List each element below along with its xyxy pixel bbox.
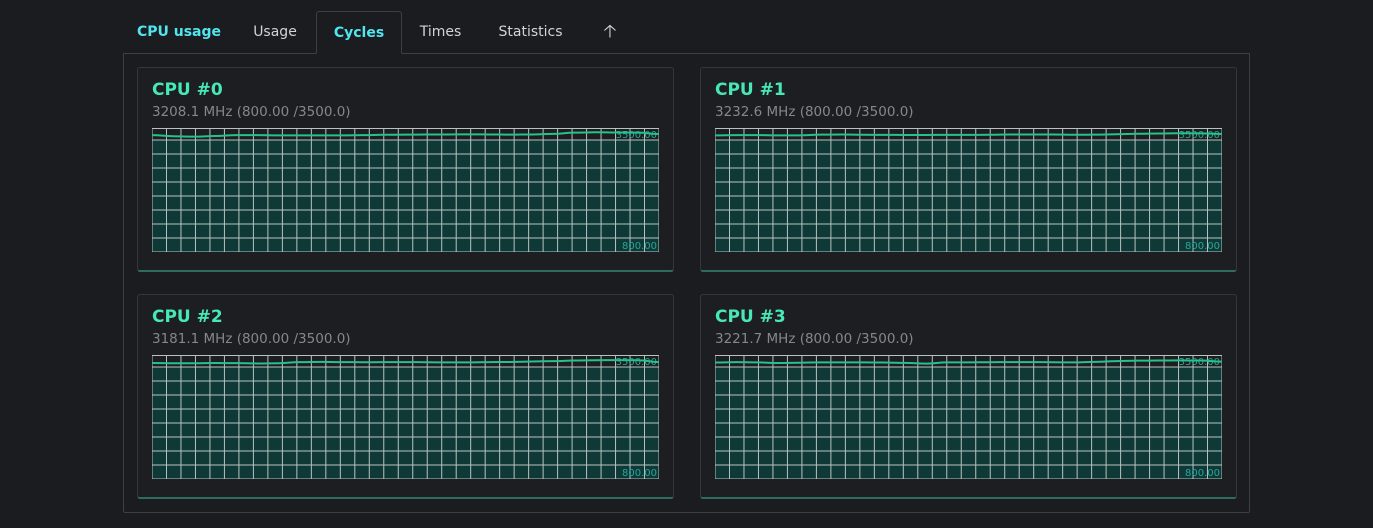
- graph-background: [152, 128, 659, 252]
- cpu-frequency: 3221.7 MHz (800.00 /3500.0): [715, 331, 914, 347]
- cpu-cycles-graph: 3500.00 800.00: [715, 355, 1222, 479]
- tab-cpu-usage[interactable]: CPU usage: [124, 11, 234, 53]
- graph-svg: 3500.00 800.00: [715, 128, 1222, 252]
- cpu-title: CPU #3: [715, 307, 786, 327]
- graph-background: [715, 128, 1222, 252]
- arrow-up-icon: 🡡: [603, 21, 617, 42]
- tab-label: Cycles: [333, 24, 385, 41]
- tab-collapse[interactable]: 🡡: [582, 11, 638, 53]
- graph-min-label: 800.00: [1185, 241, 1220, 252]
- tab-label: CPU usage: [136, 24, 222, 40]
- graph-min-label: 800.00: [1185, 468, 1220, 479]
- cpu-title: CPU #0: [152, 80, 223, 100]
- cpu-cycles-graph: 3500.00 800.00: [715, 128, 1222, 252]
- graph-max-label: 3500.00: [1179, 357, 1220, 368]
- graph-svg: 3500.00800.00: [152, 355, 659, 479]
- graph-svg: 3500.00 800.00: [715, 355, 1222, 479]
- graph-min-label: 800.00: [622, 468, 657, 479]
- cpu-cycles-graph: 3500.00 800.00: [152, 128, 659, 252]
- cpu-card: CPU #3 3221.7 MHz (800.00 /3500.0) 3500.…: [700, 294, 1237, 499]
- tab-label: Times: [419, 24, 462, 40]
- cpu-card: CPU #1 3232.6 MHz (800.00 /3500.0) 3500.…: [700, 67, 1237, 272]
- graph-min-label: 800.00: [622, 241, 657, 252]
- graph-background: [715, 355, 1222, 479]
- tab-label: Statistics: [498, 24, 563, 40]
- tab-statistics[interactable]: Statistics: [479, 11, 582, 53]
- cpu-card: CPU #0 3208.1 MHz (800.00 /3500.0) 3500.…: [137, 67, 674, 272]
- tab-usage[interactable]: Usage: [234, 11, 316, 53]
- tab-cycles[interactable]: Cycles: [316, 11, 402, 54]
- cpu-frequency: 3208.1 MHz (800.00 /3500.0): [152, 104, 351, 120]
- graph-max-label: 3500.00: [1179, 130, 1220, 141]
- cpu-card: CPU #2 3181.1 MHz (800.00 /3500.0) 3500.…: [137, 294, 674, 499]
- cpu-cycles-graph: 3500.00 800.00: [152, 355, 659, 479]
- tab-bar: CPU usage Usage Cycles Times Statistics …: [124, 11, 1250, 54]
- graph-background: [152, 355, 659, 479]
- tab-times[interactable]: Times: [402, 11, 479, 53]
- cycles-panel: CPU #0 3208.1 MHz (800.00 /3500.0) 3500.…: [123, 53, 1250, 513]
- cpu-frequency: 3181.1 MHz (800.00 /3500.0): [152, 331, 351, 347]
- cpu-title: CPU #1: [715, 80, 786, 100]
- tab-label: Usage: [253, 24, 297, 40]
- cpu-title: CPU #2: [152, 307, 223, 327]
- graph-svg: 3500.00800.00: [152, 128, 659, 252]
- cpu-frequency: 3232.6 MHz (800.00 /3500.0): [715, 104, 914, 120]
